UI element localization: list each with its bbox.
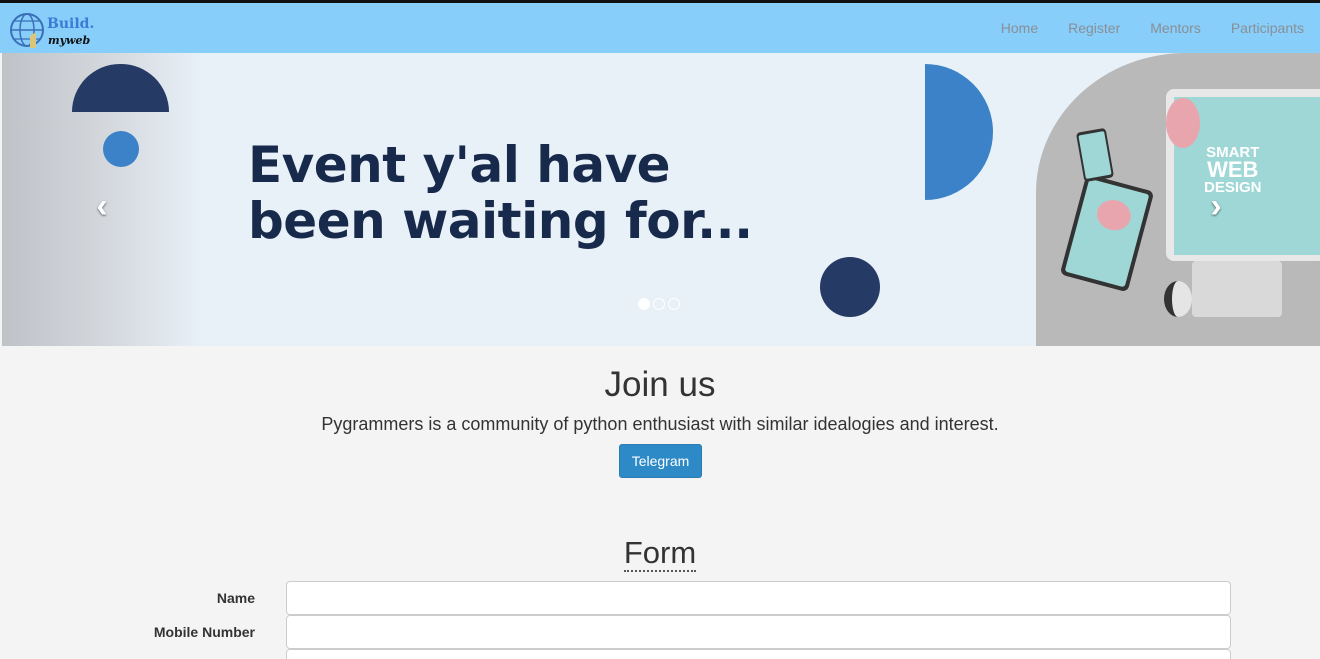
mobile-number-label: Mobile Number: [153, 624, 255, 640]
decor-circle-bottom: [820, 257, 880, 317]
tablet-image: [1059, 173, 1155, 293]
site-logo[interactable]: Build. myweb: [10, 10, 94, 50]
phone-image: [1075, 127, 1115, 183]
hero-carousel: Event y'al have been waiting for... SMAR…: [2, 53, 1320, 346]
decor-circle-left: [103, 131, 139, 167]
globe-icon: [10, 13, 44, 48]
decor-semicircle-right: [925, 64, 993, 200]
devices-illustration: SMART WEB DESIGN: [1036, 53, 1320, 346]
headline-line-2: been waiting for...: [248, 192, 753, 250]
telegram-button[interactable]: Telegram: [619, 444, 702, 478]
chevron-left-icon: ‹: [96, 187, 108, 225]
mouse-image: [1164, 281, 1192, 317]
name-input[interactable]: [286, 581, 1231, 615]
nav-links: Home Register Mentors Participants: [971, 3, 1304, 53]
next-form-input[interactable]: [286, 649, 1231, 659]
nav-link-participants[interactable]: Participants: [1231, 20, 1304, 36]
carousel-headline: Event y'al have been waiting for...: [248, 137, 753, 249]
carousel-next-button[interactable]: ›: [1204, 186, 1228, 226]
carousel-prev-button[interactable]: ‹: [90, 186, 114, 226]
brain-image-large: [1166, 98, 1200, 148]
logo-text-myweb: myweb: [48, 34, 91, 47]
join-title: Join us: [604, 365, 716, 404]
monitor-text-web: WEB: [1207, 157, 1259, 182]
chevron-right-icon: ›: [1210, 187, 1222, 225]
headline-line-1: Event y'al have: [248, 136, 671, 194]
phone-screen: [1078, 131, 1112, 179]
form-title-text: Form: [623, 535, 697, 572]
carousel-indicator-1[interactable]: [638, 298, 650, 310]
navbar: Build. myweb Home Register Mentors Parti…: [0, 3, 1320, 53]
join-description: Pygrammers is a community of python enth…: [321, 414, 999, 434]
name-label: Name: [216, 590, 255, 606]
carousel-indicators: [638, 298, 680, 310]
nav-link-mentors[interactable]: Mentors: [1150, 20, 1201, 36]
mobile-number-input[interactable]: [286, 615, 1231, 649]
carousel-indicator-2[interactable]: [653, 298, 665, 310]
brain-image-small: [1093, 196, 1135, 235]
logo-text-build: Build.: [47, 16, 95, 32]
monitor-stand: [1192, 261, 1282, 317]
form-title: Form: [0, 535, 1320, 572]
nav-link-register[interactable]: Register: [1068, 20, 1120, 36]
tablet-screen: [1064, 178, 1150, 288]
nav-link-home[interactable]: Home: [1001, 20, 1038, 36]
carousel-indicator-3[interactable]: [668, 298, 680, 310]
